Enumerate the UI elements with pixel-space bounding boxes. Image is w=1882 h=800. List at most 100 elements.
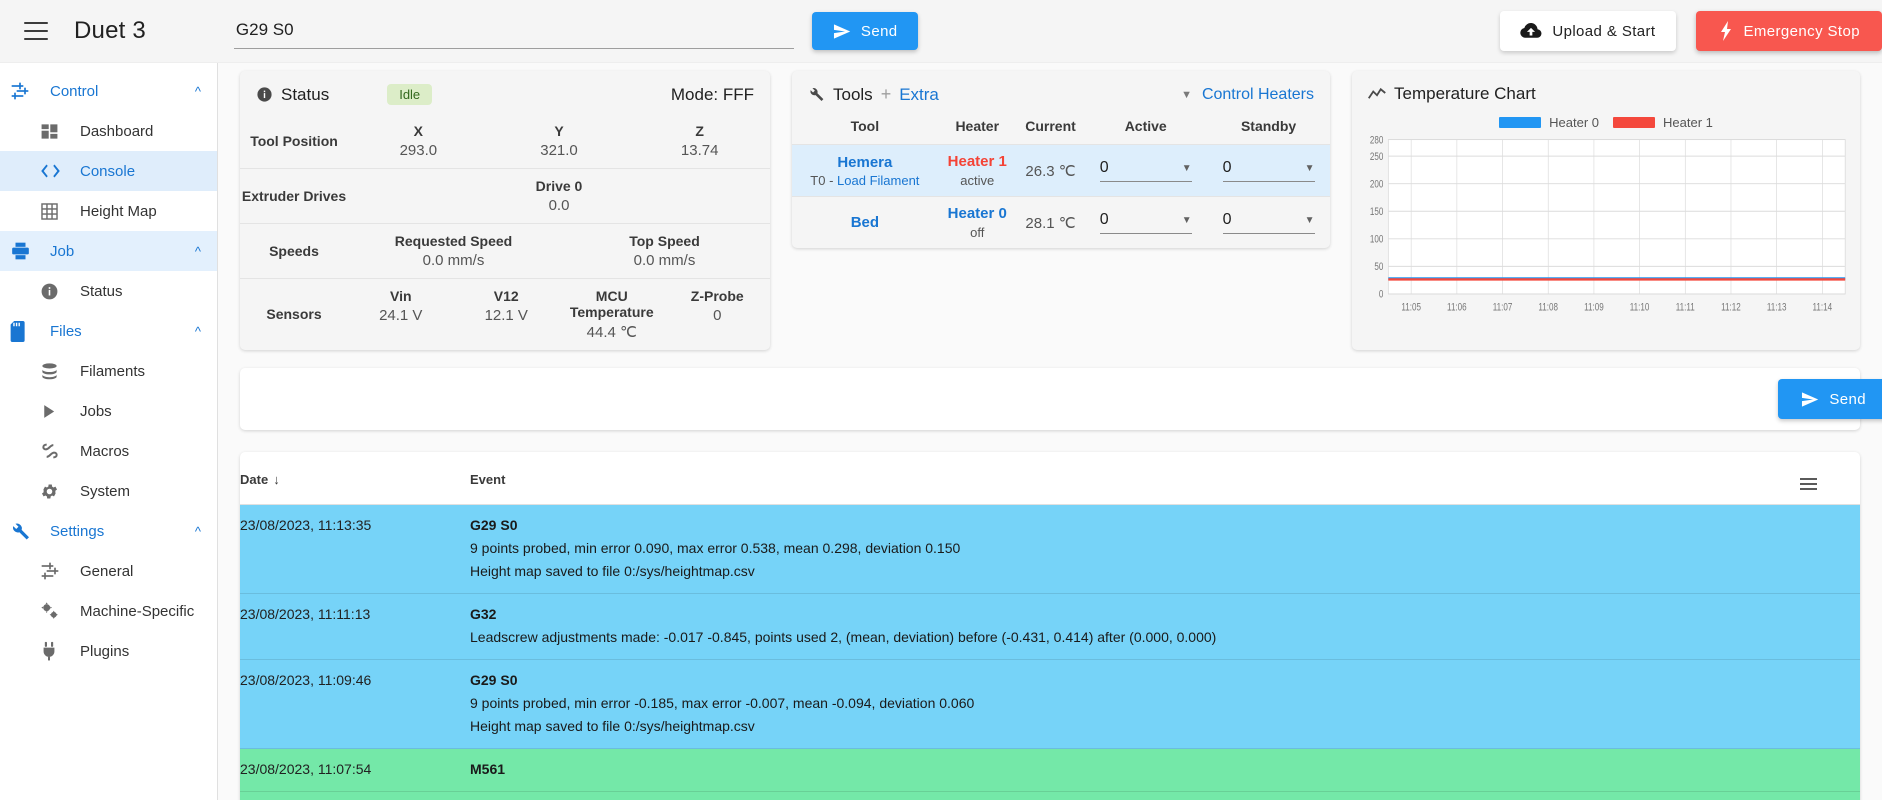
- legend-swatch: [1613, 117, 1655, 128]
- current-temp: 26.3 ℃: [1025, 162, 1076, 180]
- status-cell-key: MCU Temperature: [569, 288, 654, 320]
- log-event: M561: [470, 749, 1800, 792]
- sidebar-item-status[interactable]: Status: [0, 271, 217, 311]
- chevron-up-icon[interactable]: ^: [195, 524, 201, 539]
- chart-legend-item[interactable]: Heater 0: [1499, 115, 1599, 130]
- svg-text:11:13: 11:13: [1767, 302, 1787, 314]
- chevron-up-icon[interactable]: ^: [195, 324, 201, 339]
- sidebar-item-macros[interactable]: Macros: [0, 431, 217, 471]
- svg-text:11:06: 11:06: [1447, 302, 1467, 314]
- sidebar-group-label: Job: [50, 242, 75, 260]
- sidebar-item-label: Status: [80, 282, 123, 300]
- sidebar-item-jobs[interactable]: Jobs: [0, 391, 217, 431]
- arrow-down-icon: ↓: [273, 471, 280, 487]
- status-row-cells: Drive 0 0.0: [348, 178, 770, 214]
- log-date: 23/08/2023, 11:02:23: [240, 792, 470, 800]
- svg-text:11:14: 11:14: [1813, 302, 1833, 314]
- info-circle-icon: [40, 282, 70, 301]
- sidebar-group-files[interactable]: Files ^: [0, 311, 217, 351]
- heater-name[interactable]: Heater 1: [938, 153, 1017, 170]
- standby-temp-select[interactable]: 0 ▼: [1222, 159, 1315, 182]
- active-temp-select[interactable]: 0 ▼: [1099, 159, 1192, 182]
- menu-lines-icon[interactable]: [1800, 478, 1817, 490]
- send-button-top[interactable]: Send: [811, 12, 918, 50]
- log-event: Connection established: [470, 792, 1800, 800]
- sidebar-item-height-map[interactable]: Height Map: [0, 191, 217, 231]
- sidebar-item-system[interactable]: System: [0, 471, 217, 511]
- log-row[interactable]: 23/08/2023, 11:09:46 G29 S0 9 points probe…: [240, 659, 1860, 749]
- status-row-label: Sensors: [266, 306, 322, 323]
- tool-name[interactable]: Bed: [792, 214, 938, 231]
- status-row-cells: Vin 24.1 V V12 12.1 V MCU Temperature 44.4 ℃ Z…: [348, 288, 770, 341]
- printer-icon: [10, 241, 40, 261]
- chart-legend-item[interactable]: Heater 1: [1613, 115, 1713, 130]
- log-event-line: Height map saved to file 0:/sys/heightma…: [470, 563, 755, 579]
- sidebar-item-machine-specific[interactable]: Machine-Specific: [0, 591, 217, 631]
- chevron-up-icon[interactable]: ^: [195, 84, 201, 99]
- sidebar-group-job[interactable]: Job ^: [0, 231, 217, 271]
- log-event-line: 9 points probed, min error 0.090, max er…: [470, 540, 961, 556]
- log-event: G29 S0 9 points probed, min error -0.185,…: [470, 660, 1800, 749]
- standby-temp-select[interactable]: 0 ▼: [1222, 211, 1315, 234]
- status-cell: Vin 24.1 V: [348, 288, 454, 341]
- sidebar-item-label: Macros: [80, 442, 130, 460]
- extra-link[interactable]: Extra: [899, 85, 939, 105]
- sidebar-group-settings[interactable]: Settings ^: [0, 511, 217, 551]
- sidebar-group-label: Control: [50, 82, 99, 100]
- control-heaters-link[interactable]: Control Heaters: [1202, 86, 1314, 104]
- tool-name[interactable]: Hemera: [792, 154, 938, 171]
- status-cell-value: 0.0 mm/s: [633, 252, 696, 269]
- log-row[interactable]: 23/08/2023, 11:13:35 G29 S0 9 points probe…: [240, 504, 1860, 594]
- app-bar: Duet 3 Send Upload & Start Emergency Sto…: [0, 0, 1882, 63]
- tool-index: T0 -: [810, 172, 838, 188]
- sidebar-item-label: Dashboard: [80, 122, 154, 140]
- status-cell-value: 13.74: [680, 142, 719, 159]
- gcode-input[interactable]: [233, 13, 794, 49]
- svg-text:11:11: 11:11: [1676, 302, 1695, 314]
- log-col-event[interactable]: Event: [470, 452, 1800, 505]
- status-cell-key: Drive 0: [535, 178, 583, 194]
- status-rows: Tool Position X 293.0 Y 321.0 Z 13.74 Extruder …: [240, 114, 770, 350]
- caret-down-icon[interactable]: ▼: [1181, 89, 1192, 101]
- heater-name[interactable]: Heater 0: [938, 205, 1017, 222]
- status-row-cells: X 293.0 Y 321.0 Z 13.74: [348, 123, 770, 159]
- chevron-up-icon[interactable]: ^: [195, 244, 201, 259]
- status-row: Speeds Requested Speed 0.0 mm/s Top Speed 0.…: [240, 223, 770, 278]
- chevron-down-icon: ▼: [1181, 162, 1192, 174]
- load-filament-link[interactable]: Load Filament: [837, 173, 919, 188]
- log-row-spacer: [1800, 594, 1860, 660]
- hamburger-icon[interactable]: [24, 22, 48, 40]
- sidebar-item-plugins[interactable]: Plugins: [0, 631, 217, 671]
- sidebar-item-label: Console: [80, 162, 136, 180]
- svg-text:11:05: 11:05: [1401, 302, 1421, 314]
- upload-and-start-button[interactable]: Upload & Start: [1500, 11, 1676, 51]
- tool-row[interactable]: Hemera T0 - Load Filament Heater 1 active 26…: [792, 144, 1330, 197]
- log-date: 23/08/2023, 11:09:46: [240, 672, 372, 688]
- log-row[interactable]: 23/08/2023, 11:02:23Connection establish…: [240, 791, 1860, 800]
- sidebar-item-filaments[interactable]: Filaments: [0, 351, 217, 391]
- log-col-event-label: Event: [470, 471, 506, 487]
- active-temp-select[interactable]: 0 ▼: [1099, 211, 1192, 234]
- log-row[interactable]: 23/08/2023, 11:07:54 M561: [240, 748, 1860, 792]
- sidebar-item-general[interactable]: General: [0, 551, 217, 591]
- sidebar-item-console[interactable]: Console: [0, 151, 217, 191]
- legend-label: Heater 0: [1549, 115, 1599, 130]
- emergency-stop-button[interactable]: Emergency Stop: [1695, 11, 1882, 51]
- status-cell: Y 321.0: [489, 123, 630, 159]
- log-row[interactable]: 23/08/2023, 11:11:13 G32 Leadscrew adjustm…: [240, 593, 1860, 660]
- status-cell-key: Y: [554, 123, 564, 139]
- status-cell: V12 12.1 V: [454, 288, 560, 341]
- temperature-chart-card: Temperature Chart Heater 0 Heater 1 0 50 10…: [1352, 71, 1860, 350]
- status-cell: Z 13.74: [629, 123, 770, 159]
- console-command-input[interactable]: [254, 379, 1779, 419]
- log-col-date[interactable]: Date ↓: [240, 452, 470, 505]
- sliders-icon: [10, 81, 40, 101]
- send-button-console[interactable]: Send: [1778, 379, 1882, 419]
- sidebar-item-dashboard[interactable]: Dashboard: [0, 111, 217, 151]
- console-input-row: Send: [240, 368, 1882, 430]
- sidebar-group-control[interactable]: Control ^: [0, 71, 217, 111]
- tools-col-active: Active: [1124, 118, 1167, 134]
- add-tool-plus[interactable]: +: [881, 84, 892, 105]
- status-cell: Drive 0 0.0: [348, 178, 770, 214]
- tool-row[interactable]: Bed Heater 0 off 28.1 ℃ 0 ▼ 0 ▼: [792, 196, 1330, 249]
